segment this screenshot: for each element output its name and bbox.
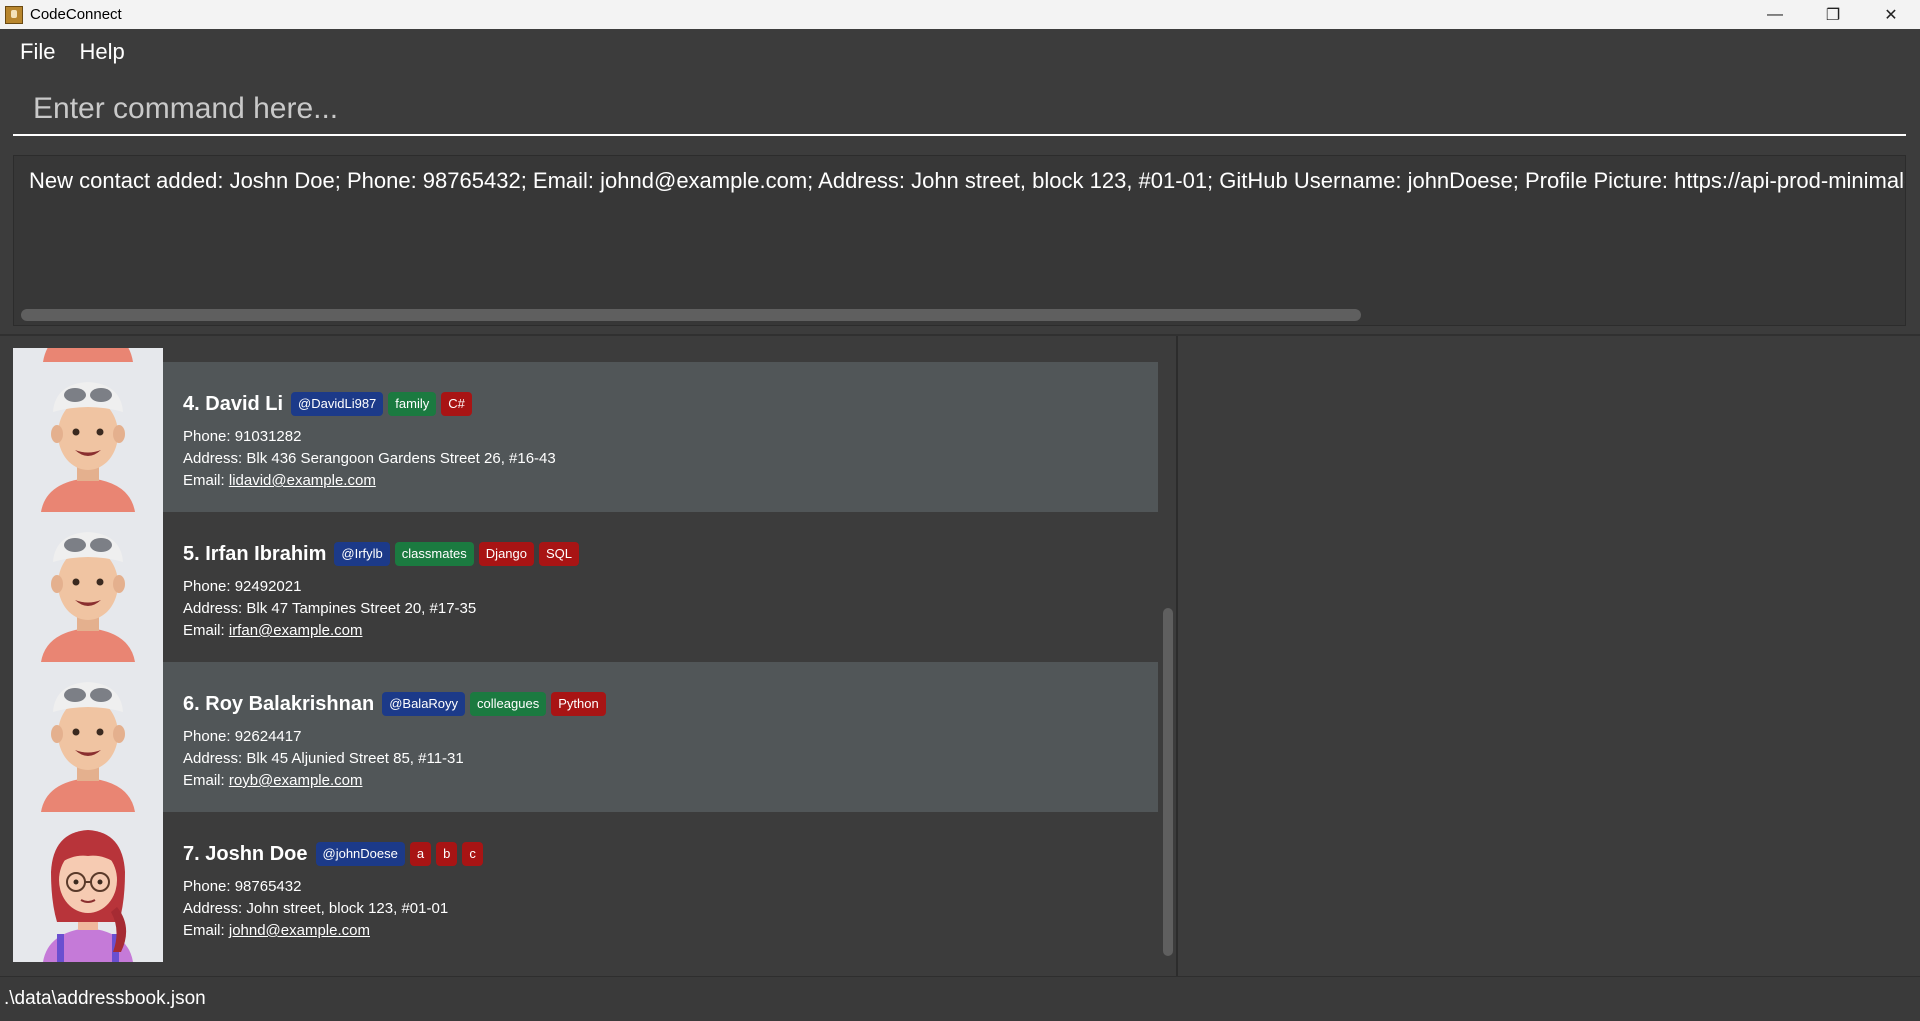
result-horizontal-scrollbar[interactable]: [21, 309, 1361, 321]
window-controls: — ❐ ✕: [1746, 0, 1920, 29]
status-bar: .\data\addressbook.json: [0, 976, 1920, 1021]
phone: Phone: 92624417: [183, 728, 302, 745]
tag: family: [388, 392, 437, 416]
command-input[interactable]: [13, 84, 1906, 136]
menu-file[interactable]: File: [10, 39, 65, 65]
result-display: New contact added: Joshn Doe; Phone: 987…: [13, 155, 1906, 326]
email-link[interactable]: lidavid@example.com: [229, 472, 376, 489]
email: Email: lidavid@example.com: [183, 472, 376, 489]
avatar: [13, 662, 163, 812]
avatar: [13, 512, 163, 662]
person-card[interactable]: 6. Roy Balakrishnan @BalaRoyy colleagues…: [13, 662, 1158, 812]
person-name: 7. Joshn Doe: [183, 842, 308, 865]
restore-button[interactable]: ❐: [1804, 0, 1862, 29]
email: Email: irfan@example.com: [183, 622, 363, 639]
email-link[interactable]: irfan@example.com: [229, 622, 363, 639]
address: Address: John street, block 123, #01-01: [183, 900, 449, 917]
tag: Django: [478, 542, 534, 566]
github-tag: @BalaRoyy: [382, 692, 466, 716]
person-info: 4. David Li @DavidLi987 family C# Phone:…: [163, 362, 556, 512]
save-location: .\data\addressbook.json: [4, 988, 206, 1009]
person-name: 6. Roy Balakrishnan: [183, 692, 375, 715]
phone: Phone: 92492021: [183, 578, 302, 595]
title-bar: CodeConnect — ❐ ✕: [0, 0, 1920, 29]
tag: Python: [551, 692, 606, 716]
tag: b: [436, 842, 458, 866]
person-card[interactable]: 5. Irfan Ibrahim @Irfylb classmates Djan…: [13, 512, 1158, 662]
tag: c: [462, 842, 483, 866]
tag: colleagues: [470, 692, 547, 716]
person-list[interactable]: 4. David Li @DavidLi987 family C# Phone:…: [13, 348, 1158, 962]
person-info: 6. Roy Balakrishnan @BalaRoyy colleagues…: [163, 662, 611, 812]
list-scrollbar-thumb[interactable]: [1163, 608, 1173, 956]
avatar: [13, 362, 163, 512]
person-card-partial[interactable]: [13, 348, 1158, 362]
github-tag: @Irfylb: [334, 542, 390, 566]
address: Address: Blk 47 Tampines Street 20, #17-…: [183, 600, 477, 617]
app-icon: [5, 5, 23, 24]
github-tag: @DavidLi987: [291, 392, 384, 416]
menu-bar: File Help: [0, 29, 1920, 74]
address: Address: Blk 436 Serangoon Gardens Stree…: [183, 450, 556, 467]
window-title: CodeConnect: [30, 6, 122, 23]
email: Email: royb@example.com: [183, 772, 363, 789]
detail-panel: [1178, 336, 1920, 976]
email-link[interactable]: johnd@example.com: [229, 922, 370, 939]
person-info: 5. Irfan Ibrahim @Irfylb classmates Djan…: [163, 512, 584, 662]
result-message: New contact added: Joshn Doe; Phone: 987…: [29, 168, 1906, 193]
github-tag: @johnDoese: [315, 842, 405, 866]
menu-help[interactable]: Help: [69, 39, 134, 65]
address: Address: Blk 45 Aljunied Street 85, #11-…: [183, 750, 464, 767]
email-link[interactable]: royb@example.com: [229, 772, 363, 789]
tag: classmates: [394, 542, 474, 566]
command-box: [0, 74, 1920, 148]
person-card[interactable]: 4. David Li @DavidLi987 family C# Phone:…: [13, 362, 1158, 512]
phone: Phone: 91031282: [183, 428, 302, 445]
tag: a: [409, 842, 432, 866]
person-info: 7. Joshn Doe @johnDoese a b c Phone: 987…: [163, 812, 488, 962]
tag: C#: [441, 392, 472, 416]
avatar: [13, 348, 163, 362]
close-button[interactable]: ✕: [1862, 0, 1920, 29]
person-name: 5. Irfan Ibrahim: [183, 542, 327, 565]
avatar: [13, 812, 163, 962]
phone: Phone: 98765432: [183, 878, 302, 895]
person-card[interactable]: 7. Joshn Doe @johnDoese a b c Phone: 987…: [13, 812, 1158, 962]
minimize-button[interactable]: —: [1746, 0, 1804, 29]
person-name: 4. David Li: [183, 392, 284, 415]
tag: SQL: [539, 542, 580, 566]
email: Email: johnd@example.com: [183, 922, 370, 939]
